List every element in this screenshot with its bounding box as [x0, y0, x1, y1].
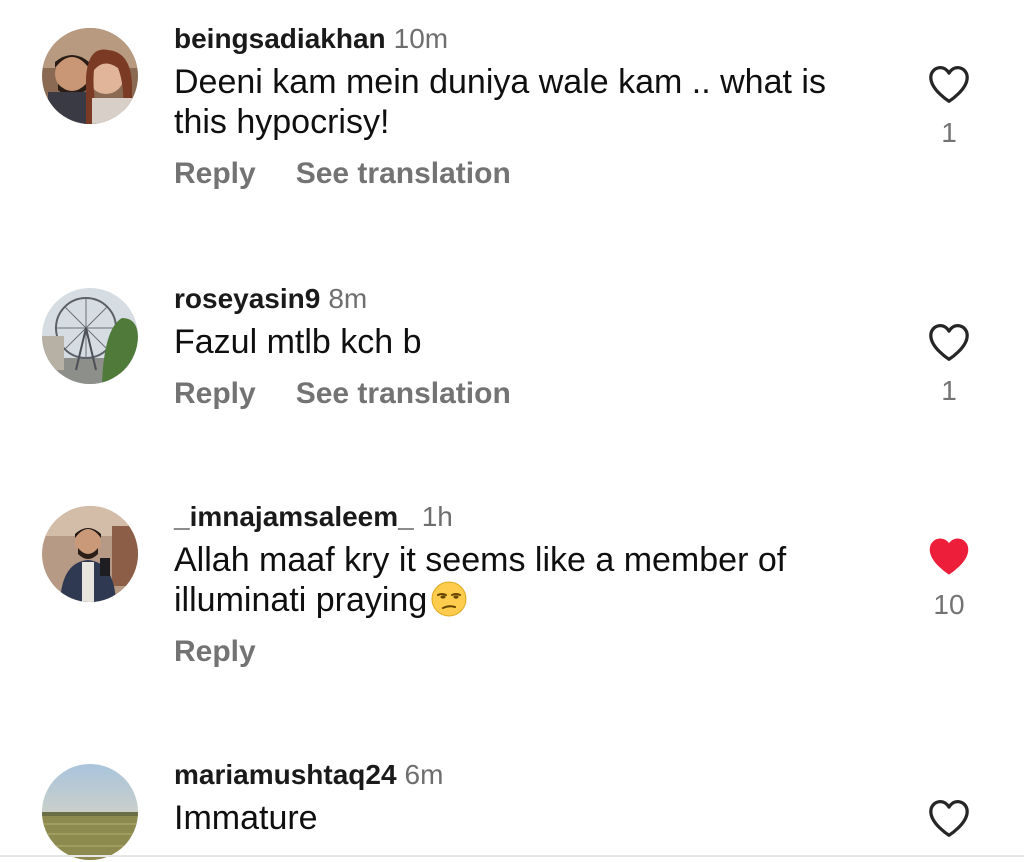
- divider: [0, 855, 1024, 857]
- comment-text: Fazul mtlb kch b: [174, 323, 422, 361]
- comment-text: Immature: [174, 799, 318, 837]
- heart-filled-icon[interactable]: [927, 536, 971, 576]
- comment-actions: Reply: [174, 634, 874, 670]
- user-avatar[interactable]: [42, 28, 138, 124]
- username[interactable]: beingsadiakhan: [174, 23, 386, 54]
- comment-time: 10m: [393, 23, 449, 54]
- comment-meta: _imnajamsaleem_ 1h: [174, 500, 874, 534]
- like-count: 10: [933, 589, 965, 620]
- like-count: 1: [941, 117, 957, 148]
- ferris-wheel-photo-avatar: [42, 288, 138, 384]
- man-photo-avatar: [42, 506, 138, 602]
- like-count: 1: [941, 375, 957, 406]
- see-translation-button[interactable]: See translation: [296, 156, 511, 192]
- username[interactable]: _imnajamsaleem_: [174, 501, 414, 532]
- comment-actions: Reply See translation: [174, 376, 874, 412]
- heart-outline-icon[interactable]: [927, 64, 971, 104]
- comment-actions: Reply See translation: [174, 156, 874, 192]
- like-control: 1: [918, 322, 980, 406]
- reply-button[interactable]: Reply: [174, 634, 256, 670]
- like-control: [918, 798, 980, 838]
- comment-time: 8m: [328, 283, 368, 314]
- username[interactable]: mariamushtaq24: [174, 759, 397, 790]
- user-avatar[interactable]: [42, 506, 138, 602]
- like-control: 1: [918, 64, 980, 148]
- heart-outline-icon[interactable]: [927, 798, 971, 838]
- comment-text: Allah maaf kry it seems like a member of…: [174, 540, 864, 620]
- comment-body: beingsadiakhan 10m Deeni kam mein duniya …: [174, 22, 874, 192]
- comment-time: 1h: [421, 501, 453, 532]
- comment-text: Deeni kam mein duniya wale kam .. what i…: [174, 63, 826, 141]
- field-landscape-avatar: [42, 764, 138, 860]
- comment-meta: mariamushtaq24 6m: [174, 758, 874, 792]
- comment-body: _imnajamsaleem_ 1h Allah maaf kry it seem…: [174, 500, 874, 670]
- comment-meta: roseyasin9 8m: [174, 282, 874, 316]
- user-avatar[interactable]: [42, 764, 138, 860]
- heart-outline-icon[interactable]: [927, 322, 971, 362]
- comment-body: mariamushtaq24 6m Immature: [174, 758, 874, 838]
- couple-photo-avatar: [42, 28, 138, 124]
- comment-body: roseyasin9 8m Fazul mtlb kch b Reply See t…: [174, 282, 874, 412]
- like-control: 10: [918, 536, 980, 620]
- see-translation-button[interactable]: See translation: [296, 376, 511, 412]
- comment-time: 6m: [404, 759, 444, 790]
- reply-button[interactable]: Reply: [174, 156, 256, 192]
- comments-list: beingsadiakhan 10m Deeni kam mein duniya …: [0, 0, 1024, 862]
- reply-button[interactable]: Reply: [174, 376, 256, 412]
- username[interactable]: roseyasin9: [174, 283, 320, 314]
- user-avatar[interactable]: [42, 288, 138, 384]
- comment-meta: beingsadiakhan 10m: [174, 22, 874, 56]
- unamused-face-emoji: [431, 581, 467, 617]
- comment-text-content: Allah maaf kry it seems like a member of…: [174, 541, 787, 619]
